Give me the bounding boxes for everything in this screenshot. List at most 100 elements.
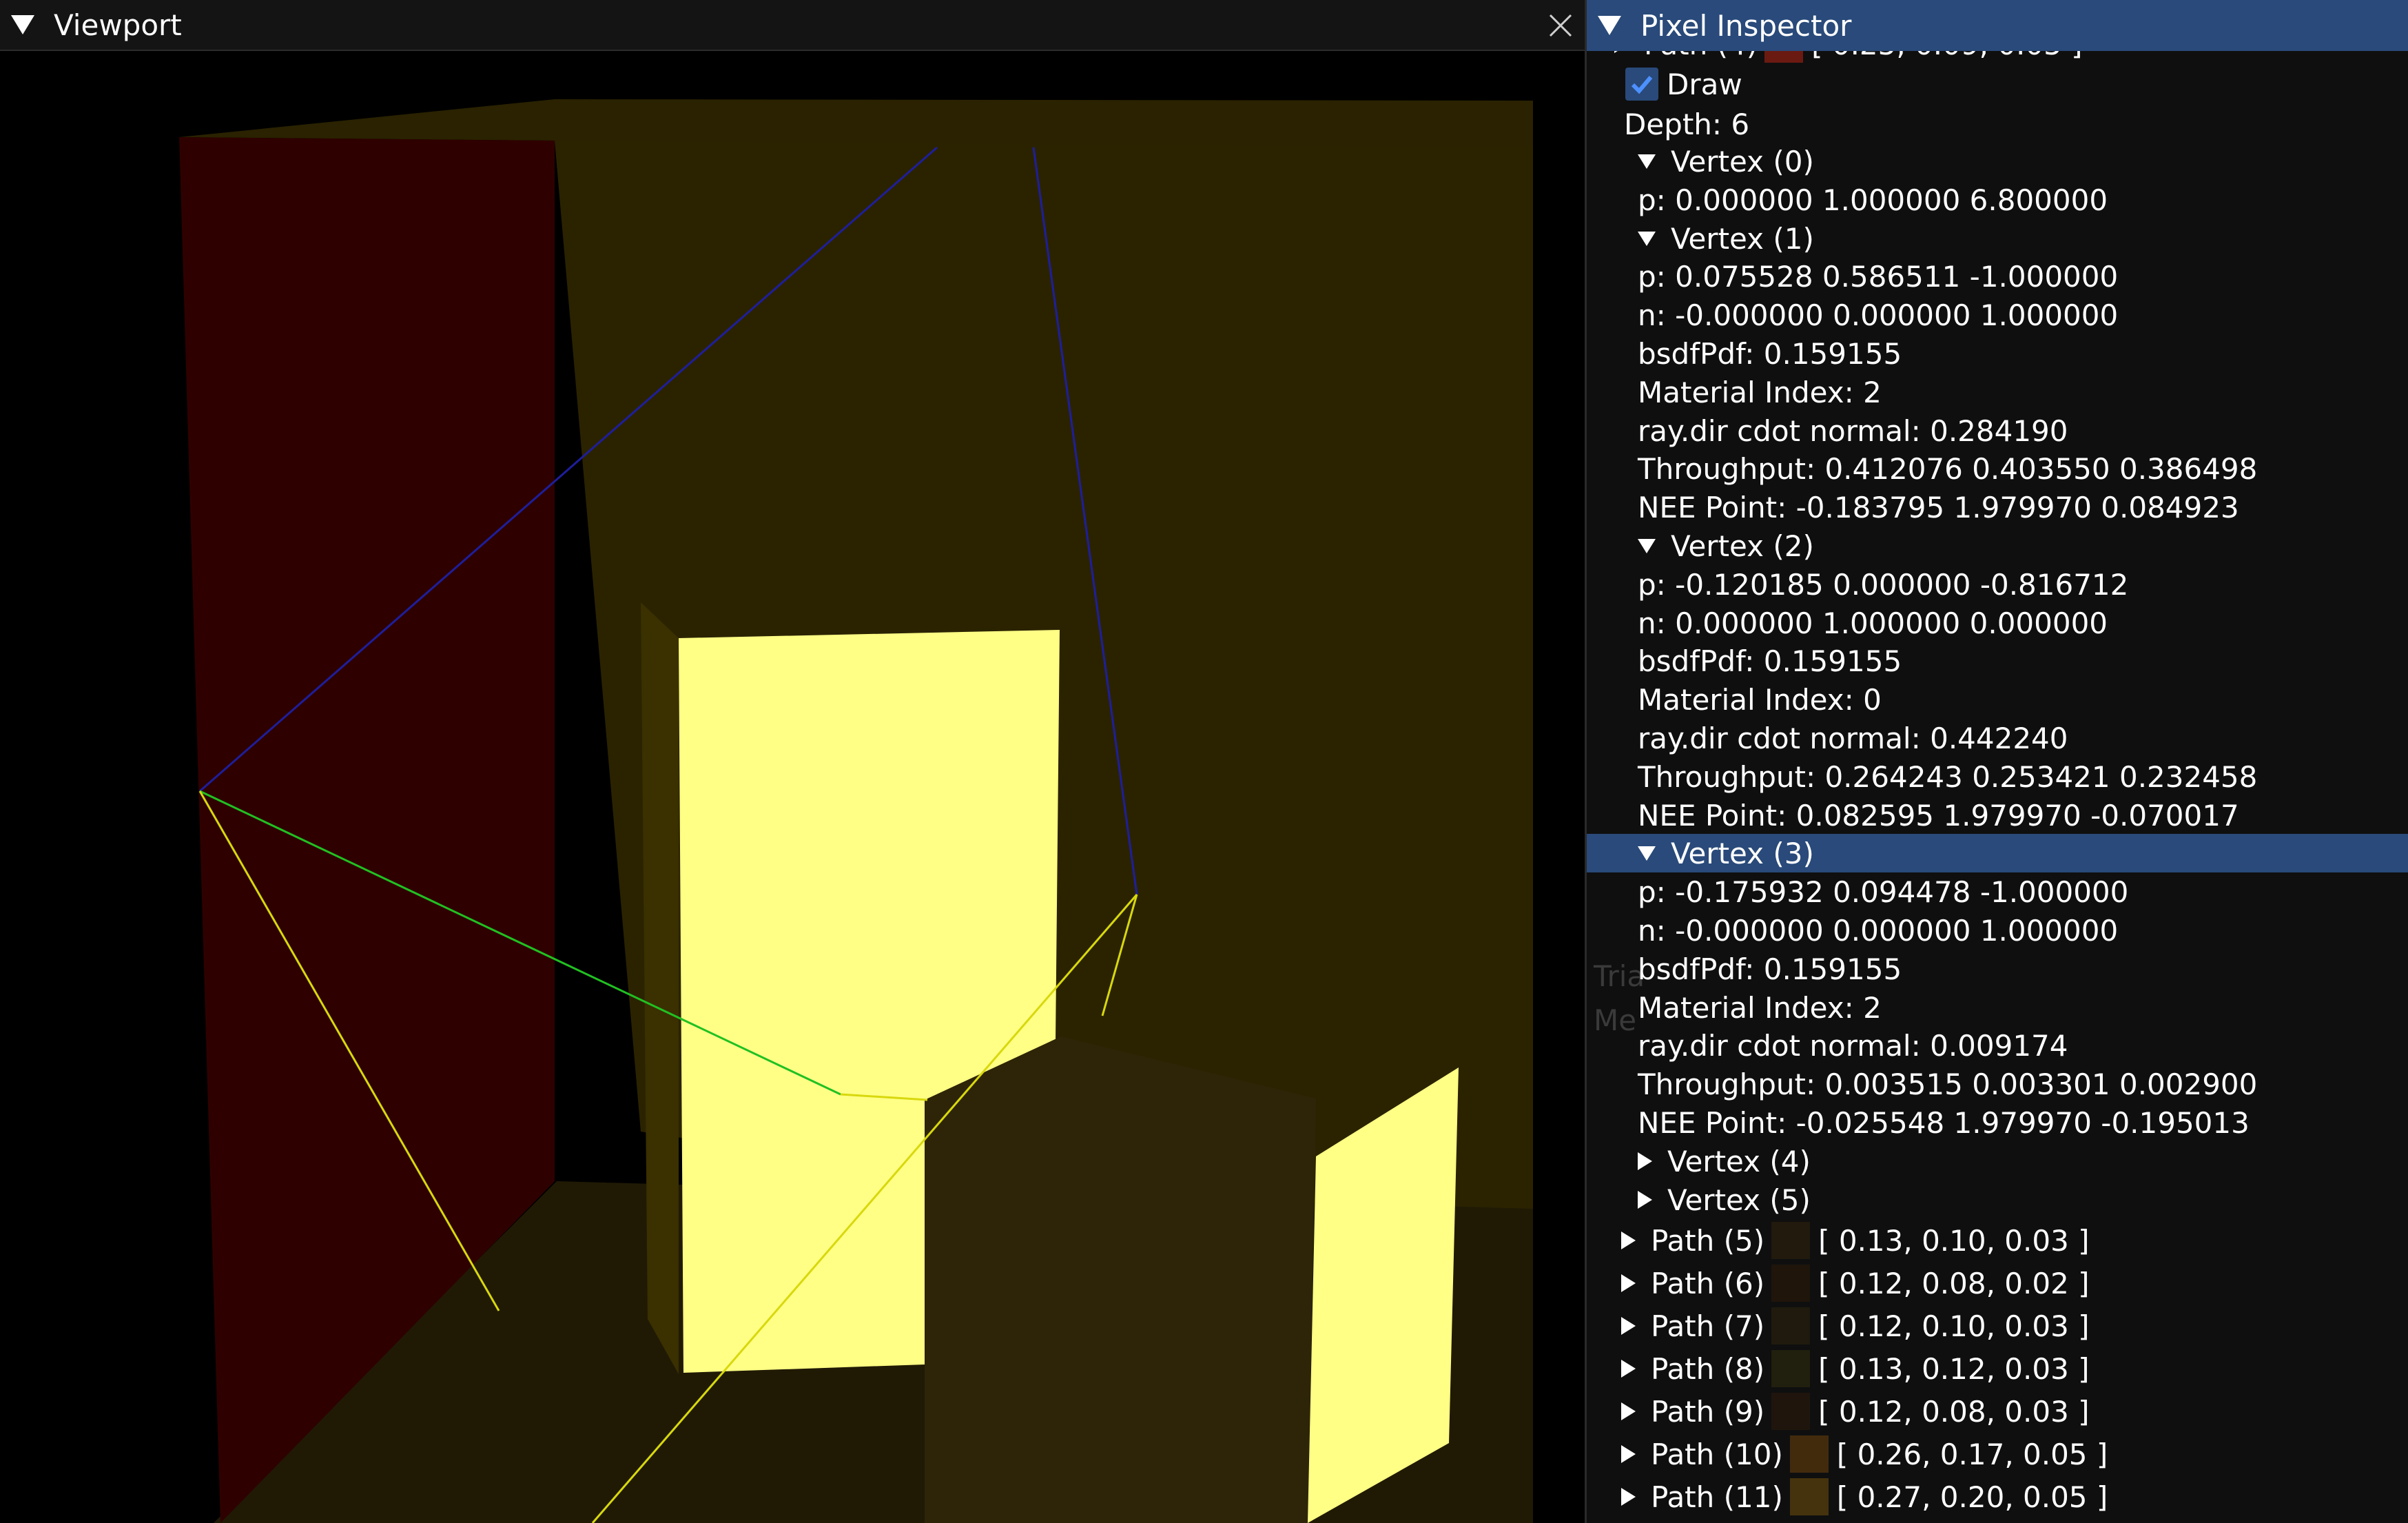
viewport-left-margin: [0, 51, 58, 1523]
vertex-property: p: -0.120185 0.000000 -0.816712: [1587, 565, 2408, 604]
path-label: Path (8): [1651, 1351, 1765, 1386]
vertex-label: Vertex (5): [1667, 1183, 1811, 1217]
path-value: [ 0.12, 0.10, 0.03 ]: [1818, 1309, 2090, 1343]
path-color-swatch: [1771, 1222, 1811, 1259]
expand-triangle-icon[interactable]: [1621, 1274, 1636, 1292]
vertex-property-text: n: -0.000000 0.000000 1.000000: [1638, 913, 2119, 948]
vertex-property: n: -0.000000 0.000000 1.000000: [1587, 911, 2408, 950]
inspector-title: Pixel Inspector: [1640, 8, 1852, 43]
inspector-titlebar[interactable]: Pixel Inspector: [1587, 0, 2408, 51]
path-label: Path (11): [1651, 1480, 1783, 1514]
draw-checkbox[interactable]: [1625, 68, 1658, 101]
vertex-property-text: bsdfPdf: 0.159155: [1638, 336, 1902, 371]
vertex-property-text: bsdfPdf: 0.159155: [1638, 952, 1902, 986]
vertex-header[interactable]: Vertex (0): [1587, 142, 2408, 181]
expand-triangle-icon[interactable]: [1638, 1191, 1652, 1209]
viewport-title: Viewport: [54, 8, 182, 42]
expand-triangle-icon[interactable]: [1638, 1152, 1652, 1170]
vertex-property-text: ray.dir cdot normal: 0.284190: [1638, 413, 2068, 448]
path-row[interactable]: Path (9) [ 0.12, 0.08, 0.03 ]: [1587, 1392, 2408, 1431]
expand-triangle-icon[interactable]: [1621, 1402, 1636, 1420]
collapse-triangle-icon[interactable]: [1638, 846, 1656, 861]
collapse-triangle-icon[interactable]: [1638, 154, 1656, 169]
vertex-property-text: p: 0.000000 1.000000 6.800000: [1638, 183, 2108, 217]
path-color-swatch: [1771, 1307, 1811, 1345]
path-value: [ 0.12, 0.08, 0.02 ]: [1818, 1266, 2090, 1300]
vertex-property: p: -0.175932 0.094478 -1.000000: [1587, 872, 2408, 911]
vertex-header[interactable]: Vertex (3): [1587, 834, 2408, 872]
vertex-property-text: Throughput: 0.264243 0.253421 0.232458: [1638, 759, 2258, 794]
path-label: Path (7): [1651, 1309, 1765, 1343]
vertex-header[interactable]: Vertex (5): [1587, 1180, 2408, 1219]
vertex-property: ray.dir cdot normal: 0.284190: [1587, 411, 2408, 450]
collapse-triangle-icon[interactable]: [1598, 16, 1621, 35]
vertex-property-text: Material Index: 2: [1638, 990, 1882, 1025]
path-row[interactable]: Path (10) [ 0.26, 0.17, 0.05 ]: [1587, 1435, 2408, 1473]
vertex-property-text: ray.dir cdot normal: 0.442240: [1638, 721, 2068, 755]
vertex-property-text: NEE Point: -0.183795 1.979970 0.084923: [1638, 490, 2239, 524]
collapse-triangle-icon[interactable]: [1638, 231, 1656, 246]
vertex-header[interactable]: Vertex (2): [1587, 527, 2408, 565]
path-row[interactable]: Path (7) [ 0.12, 0.10, 0.03 ]: [1587, 1307, 2408, 1345]
vertex-property: NEE Point: -0.183795 1.979970 0.084923: [1587, 488, 2408, 527]
path-value: [ 0.13, 0.12, 0.03 ]: [1818, 1351, 2090, 1386]
path-row[interactable]: Path (8) [ 0.13, 0.12, 0.03 ]: [1587, 1349, 2408, 1388]
vertex-property-text: p: -0.175932 0.094478 -1.000000: [1638, 875, 2129, 909]
vertex-property-text: Material Index: 0: [1638, 682, 1882, 717]
path-value: [ 0.27, 0.20, 0.05 ]: [1836, 1480, 2108, 1514]
path-row[interactable]: Path (6) [ 0.12, 0.08, 0.02 ]: [1587, 1264, 2408, 1302]
vertex-property-text: p: 0.075528 0.586511 -1.000000: [1638, 259, 2119, 294]
path-color-swatch: [1789, 1435, 1829, 1473]
vertex-label: Vertex (0): [1671, 144, 1814, 178]
vertex-property: Throughput: 0.003515 0.003301 0.002900: [1587, 1065, 2408, 1103]
close-icon[interactable]: [1545, 10, 1576, 41]
render-viewport[interactable]: [0, 51, 1585, 1523]
collapse-triangle-icon[interactable]: [1638, 538, 1656, 553]
vertex-property: Throughput: 0.412076 0.403550 0.386498: [1587, 449, 2408, 488]
expand-triangle-icon[interactable]: [1621, 1231, 1636, 1249]
vertex-property-text: NEE Point: -0.025548 1.979970 -0.195013: [1638, 1105, 2250, 1140]
vertex-property: bsdfPdf: 0.159155: [1587, 642, 2408, 680]
vertex-property-text: ray.dir cdot normal: 0.009174: [1638, 1028, 2068, 1063]
path-label: Path (6): [1651, 1266, 1765, 1300]
vertex-property-text: n: 0.000000 1.000000 0.000000: [1638, 606, 2108, 640]
vertex-property: Throughput: 0.264243 0.253421 0.232458: [1587, 757, 2408, 796]
path-label: Path (5): [1651, 1223, 1765, 1258]
vertex-property-text: bsdfPdf: 0.159155: [1638, 644, 1902, 678]
collapse-triangle-icon[interactable]: [11, 15, 34, 34]
vertex-property: p: 0.000000 1.000000 6.800000: [1587, 181, 2408, 219]
path-value: [ 0.26, 0.17, 0.05 ]: [1836, 1437, 2108, 1471]
vertex-property: bsdfPdf: 0.159155: [1587, 334, 2408, 373]
vertex-property: n: -0.000000 0.000000 1.000000: [1587, 296, 2408, 334]
vertex-property-text: Throughput: 0.412076 0.403550 0.386498: [1638, 451, 2258, 486]
path-row[interactable]: Path (11) [ 0.27, 0.20, 0.05 ]: [1587, 1478, 2408, 1516]
vertex-property: Material Index: 2: [1587, 373, 2408, 411]
vertex-property: p: 0.075528 0.586511 -1.000000: [1587, 257, 2408, 296]
vertex-property: Material Index: 2: [1587, 988, 2408, 1027]
expand-triangle-icon[interactable]: [1621, 1488, 1636, 1506]
path-row[interactable]: Path (5) [ 0.13, 0.10, 0.03 ]: [1587, 1221, 2408, 1260]
vertex-header[interactable]: Vertex (4): [1587, 1142, 2408, 1180]
path-label: Path (10): [1651, 1437, 1783, 1471]
path-value: [ 0.13, 0.10, 0.03 ]: [1818, 1223, 2090, 1258]
expand-triangle-icon[interactable]: [1621, 1360, 1636, 1378]
path-color-swatch: [1789, 1478, 1829, 1515]
path-color-swatch: [1771, 1350, 1811, 1387]
path-color-swatch: [1771, 1393, 1811, 1430]
expand-triangle-icon[interactable]: [1621, 1317, 1636, 1335]
vertex-header[interactable]: Vertex (1): [1587, 219, 2408, 258]
checkmark-icon: [1631, 76, 1653, 94]
draw-label: Draw: [1667, 67, 1742, 101]
vertex-property-text: p: -0.120185 0.000000 -0.816712: [1638, 567, 2129, 602]
viewport-panel[interactable]: Viewport: [0, 0, 1585, 1523]
expand-triangle-icon[interactable]: [1621, 1445, 1636, 1463]
vertex-property-text: NEE Point: 0.082595 1.979970 -0.070017: [1638, 798, 2239, 832]
vertex-property: ray.dir cdot normal: 0.442240: [1587, 719, 2408, 757]
path-value: [ 0.12, 0.08, 0.03 ]: [1818, 1394, 2090, 1429]
vertex-property: bsdfPdf: 0.159155: [1587, 950, 2408, 988]
viewport-titlebar[interactable]: Viewport: [0, 0, 1585, 51]
pixel-inspector-panel[interactable]: Tria Me Path (4) [ 0.25, 0.09, 0.05 ] Dr…: [1587, 0, 2408, 1523]
path-color-swatch: [1771, 1265, 1811, 1302]
draw-checkbox-row[interactable]: Draw: [1587, 65, 2408, 103]
vertex-property-text: n: -0.000000 0.000000 1.000000: [1638, 298, 2119, 332]
